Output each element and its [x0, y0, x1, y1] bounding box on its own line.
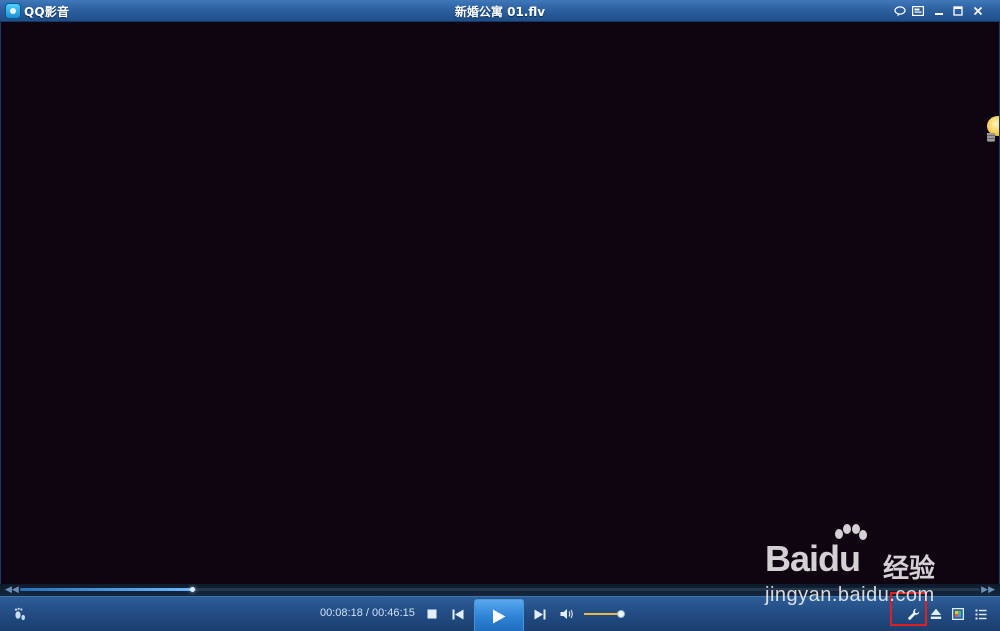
seek-bar[interactable]	[20, 587, 980, 592]
speaker-icon	[560, 609, 573, 619]
speech-bubble-icon	[894, 5, 906, 16]
playlist-button[interactable]	[973, 606, 989, 622]
previous-button[interactable]	[450, 607, 466, 621]
stop-icon	[427, 609, 437, 619]
time-display: 00:08:18 / 00:46:15	[320, 607, 415, 619]
progress-strip: ◀◀ ▶▶	[0, 584, 1000, 596]
minimize-icon	[935, 13, 943, 15]
next-icon	[534, 609, 546, 619]
maximize-button[interactable]	[950, 4, 966, 18]
volume-slider[interactable]	[584, 610, 626, 618]
stop-button[interactable]	[425, 607, 439, 621]
eject-button[interactable]	[928, 606, 944, 622]
bulb-base	[987, 133, 995, 142]
skin-button[interactable]	[892, 4, 908, 18]
lightbulb-icon[interactable]	[983, 114, 999, 144]
next-button[interactable]	[532, 607, 548, 621]
rewind-icon[interactable]: ◀◀	[5, 586, 19, 595]
time-separator: /	[362, 607, 372, 619]
play-button[interactable]	[474, 599, 524, 631]
volume-slider-handle[interactable]	[617, 610, 626, 618]
seek-bar-fill	[20, 587, 195, 592]
current-time: 00:08:18	[320, 607, 363, 619]
close-icon	[973, 6, 983, 16]
minimize-button[interactable]	[931, 4, 947, 18]
footprint-button[interactable]	[12, 606, 28, 622]
player-window: QQ影音 新婚公寓 01.flv ◀◀ ▶▶ 00:08:18 / 00:46:…	[0, 0, 1000, 631]
volume-slider-fill	[584, 613, 622, 615]
mini-mode-icon	[912, 6, 924, 16]
window-title: 新婚公寓 01.flv	[454, 5, 546, 19]
play-icon	[493, 609, 506, 623]
video-display[interactable]	[1, 22, 999, 584]
screenshot-button[interactable]	[950, 606, 966, 622]
playlist-icon	[975, 609, 987, 619]
total-time: 00:46:15	[372, 607, 415, 619]
picture-icon	[952, 608, 964, 620]
volume-button[interactable]	[559, 607, 575, 621]
close-button[interactable]	[970, 4, 986, 18]
mini-mode-button[interactable]	[910, 4, 926, 18]
maximize-icon	[953, 6, 963, 16]
tools-button-highlight	[890, 592, 927, 626]
fast-forward-icon[interactable]: ▶▶	[981, 586, 995, 595]
previous-icon	[452, 609, 464, 619]
title-bar[interactable]: QQ影音 新婚公寓 01.flv	[0, 0, 1000, 22]
footprint-icon	[14, 607, 25, 621]
eject-icon	[930, 608, 942, 619]
control-bar: 00:08:18 / 00:46:15	[0, 596, 1000, 631]
